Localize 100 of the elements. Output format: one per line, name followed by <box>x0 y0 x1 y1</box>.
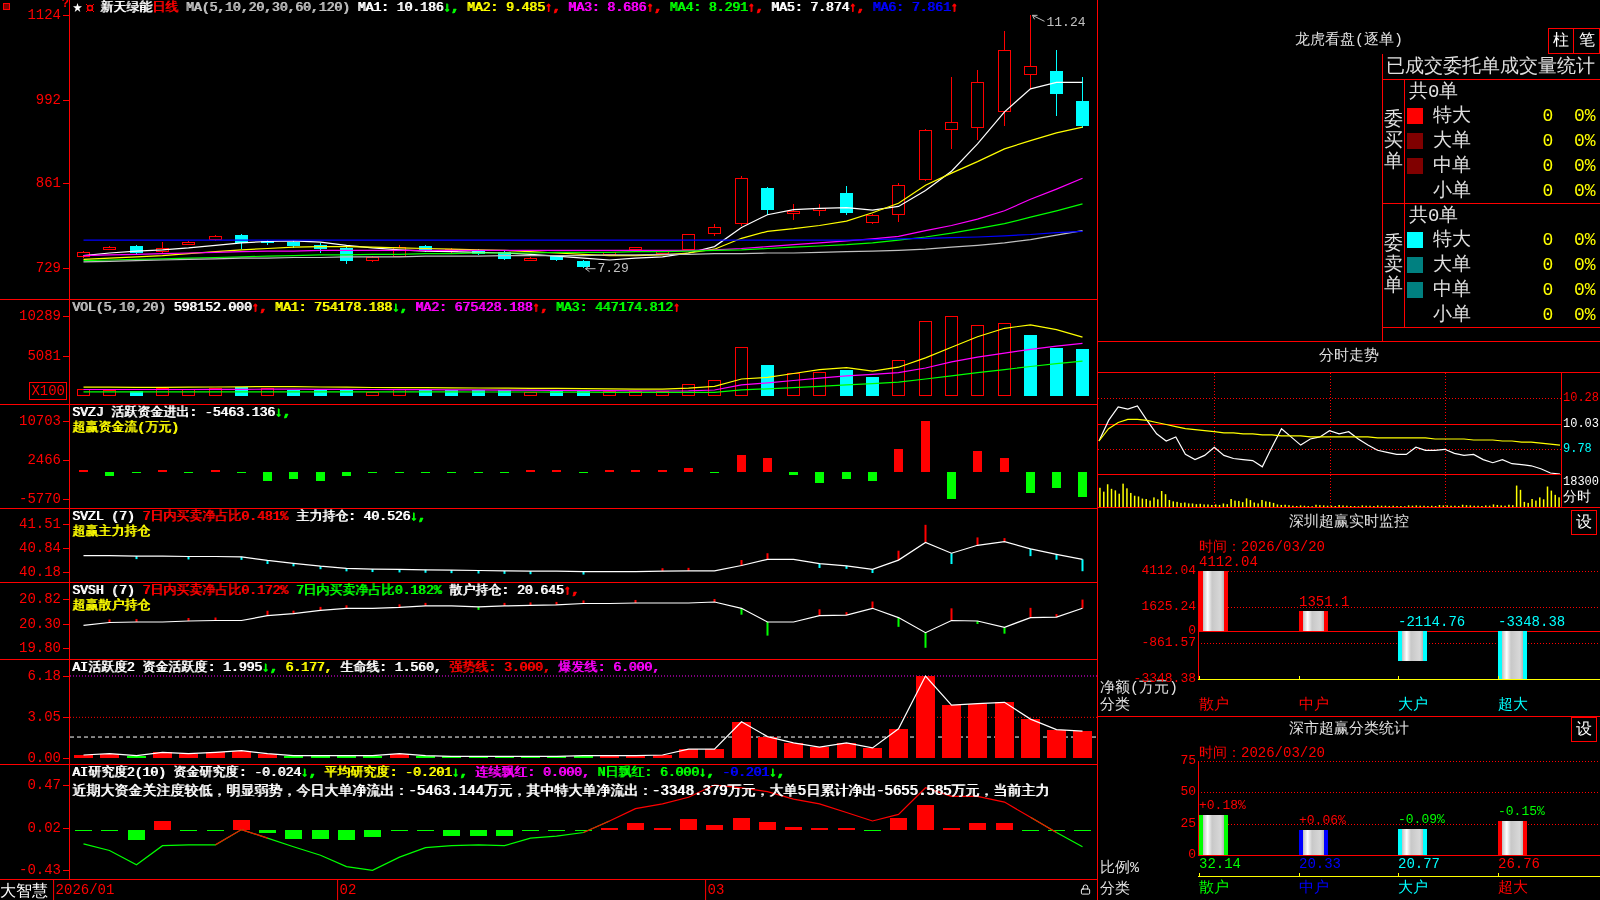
total-count: 共0单 <box>1409 80 1459 103</box>
legend-text: MA4: 8.291 <box>668 0 748 15</box>
legend-text: 7日内买卖净占比0.172% <box>141 583 288 598</box>
legend-text: ↑ <box>950 0 959 15</box>
volume-max-label: 18300 <box>1563 475 1600 489</box>
legend-text: VOL(5,10,20) <box>72 300 166 315</box>
axis-label: 861 <box>35 175 61 192</box>
legend-text: 生命线: 1.560, <box>338 660 442 675</box>
legend-text: 连续飘红: 0.000, <box>474 765 590 780</box>
order-count: 0 <box>1541 303 1555 326</box>
legend-text: MA2: 675428.188 <box>414 300 533 315</box>
legend-text: 598152.000 <box>172 300 252 315</box>
date-label: 03 <box>707 882 725 898</box>
axis-label: 40.84 <box>19 540 61 557</box>
axis-label: 0.00 <box>27 749 61 766</box>
legend-text: 超赢资金流(万元) <box>72 420 179 435</box>
legend-text: ↑, <box>251 300 268 315</box>
legend-text: 7日内买卖净占比0.481% <box>141 509 288 524</box>
order-size-label: 中单 <box>1433 278 1472 301</box>
legend-text: ↓, <box>261 660 278 675</box>
legend-text: N日飘红: 6.000 <box>596 765 699 780</box>
legend-text: 平均研究度: -0.201 <box>323 765 452 780</box>
legend-text: 爆发线: 6.000, <box>557 660 660 675</box>
legend-text: MA(5,10,20,30,60,120) <box>184 0 350 15</box>
legend-text: ↓, <box>698 765 715 780</box>
axis-label: 992 <box>35 91 61 108</box>
value-label: 20.77 <box>1398 856 1440 873</box>
axis-label: 10703 <box>19 412 61 429</box>
change-label: -0.09% <box>1398 811 1445 828</box>
axis-label: 5081 <box>27 348 61 365</box>
legend-text: ↓, <box>300 765 317 780</box>
legend-text: MA3: 447174.812 <box>554 300 673 315</box>
axis-label: 10.28 <box>1563 390 1599 405</box>
legend-text: ↑, <box>646 0 662 15</box>
axis-label: 10289 <box>19 307 61 324</box>
legend-text: MA1: 10.186 <box>356 0 444 15</box>
price-annotation: 11.24 <box>1046 14 1086 30</box>
legend-text: ↓, <box>768 765 785 780</box>
axis-label: 3.05 <box>27 709 61 726</box>
legend-text: 超赢散户持仓 <box>72 598 150 613</box>
change-label: +0.06% <box>1299 812 1346 829</box>
legend-text: ↑, <box>747 0 764 15</box>
legend-text: ↑, <box>563 583 580 598</box>
legend-text: 超赢主力持仓 <box>72 524 150 539</box>
order-percent: 0% <box>1574 104 1597 127</box>
panel-title: 龙虎看盘(逐单) <box>1295 30 1403 51</box>
axis-label: 6.18 <box>27 668 61 684</box>
axis-title: 比例% <box>1099 860 1139 877</box>
date-label: 02 <box>339 882 357 898</box>
category-label: 中户 <box>1299 880 1329 897</box>
category-label: 大户 <box>1398 880 1428 897</box>
price-annotation: 7.29 <box>597 261 629 277</box>
legend-text: MA3: 8.686 <box>567 0 647 15</box>
order-percent: 0% <box>1574 303 1597 326</box>
order-percent: 0% <box>1574 278 1597 301</box>
order-size-label: 中单 <box>1433 154 1472 177</box>
axis-label: 50 <box>1180 784 1196 801</box>
order-percent: 0% <box>1574 179 1597 202</box>
order-percent: 0% <box>1574 228 1597 251</box>
legend-text: AI活跃度2 资金活跃度: 1.995 <box>72 660 262 675</box>
axis-label: 19.80 <box>19 640 61 657</box>
legend-text: SVZJ 活跃资金进出: -5463.136 <box>72 405 275 420</box>
legend-text: 新天绿能 <box>100 0 152 15</box>
axis-label: 1625.24 <box>1141 599 1196 615</box>
axis-title: 分类 <box>1099 881 1130 898</box>
legend-text: 7日内买卖净占比0.182% <box>294 583 442 598</box>
axis-label: 4112.04 <box>1141 563 1196 579</box>
axis-label: 2466 <box>27 451 61 468</box>
axis-label: 10.03 <box>1563 416 1599 431</box>
value-label: -3348.38 <box>1498 613 1566 630</box>
order-percent: 0% <box>1574 253 1597 276</box>
axis-label: 75 <box>1180 753 1196 769</box>
legend-text: ↓, <box>443 0 459 15</box>
axis-label: 0.02 <box>27 819 61 836</box>
legend-text: -0.201 <box>721 765 769 780</box>
axis-label: -0.43 <box>19 862 61 879</box>
panel-title: 深市超赢分类统计 <box>1289 720 1409 740</box>
legend-text: MA2: 9.485 <box>465 0 545 15</box>
order-size-label: 大单 <box>1433 253 1472 276</box>
value-label: -2114.76 <box>1398 613 1466 630</box>
value-label: 1351.1 <box>1299 593 1350 610</box>
axis-label: 25 <box>1180 815 1196 832</box>
category-label: 超大 <box>1498 697 1528 714</box>
date-label: 2026/01 <box>55 882 115 898</box>
order-percent: 0% <box>1574 129 1597 152</box>
category-label: 中户 <box>1299 697 1329 714</box>
order-count: 0 <box>1541 278 1555 301</box>
legend-text: 6.177, <box>284 660 333 675</box>
order-percent: 0% <box>1574 154 1597 177</box>
order-count: 0 <box>1541 228 1555 251</box>
legend-text: ↑ <box>672 300 681 315</box>
order-count: 0 <box>1541 179 1555 202</box>
value-label: 20.33 <box>1299 856 1341 873</box>
axis-label: 20.30 <box>19 615 61 632</box>
brand-name: 大智慧 <box>0 883 48 900</box>
order-count: 0 <box>1541 253 1555 276</box>
order-size-label: 大单 <box>1433 129 1472 152</box>
legend-text: MA5: 7.874 <box>770 0 849 15</box>
legend-text: SVZL (7) <box>72 509 135 524</box>
legend-text: SVSH (7) <box>72 583 135 598</box>
